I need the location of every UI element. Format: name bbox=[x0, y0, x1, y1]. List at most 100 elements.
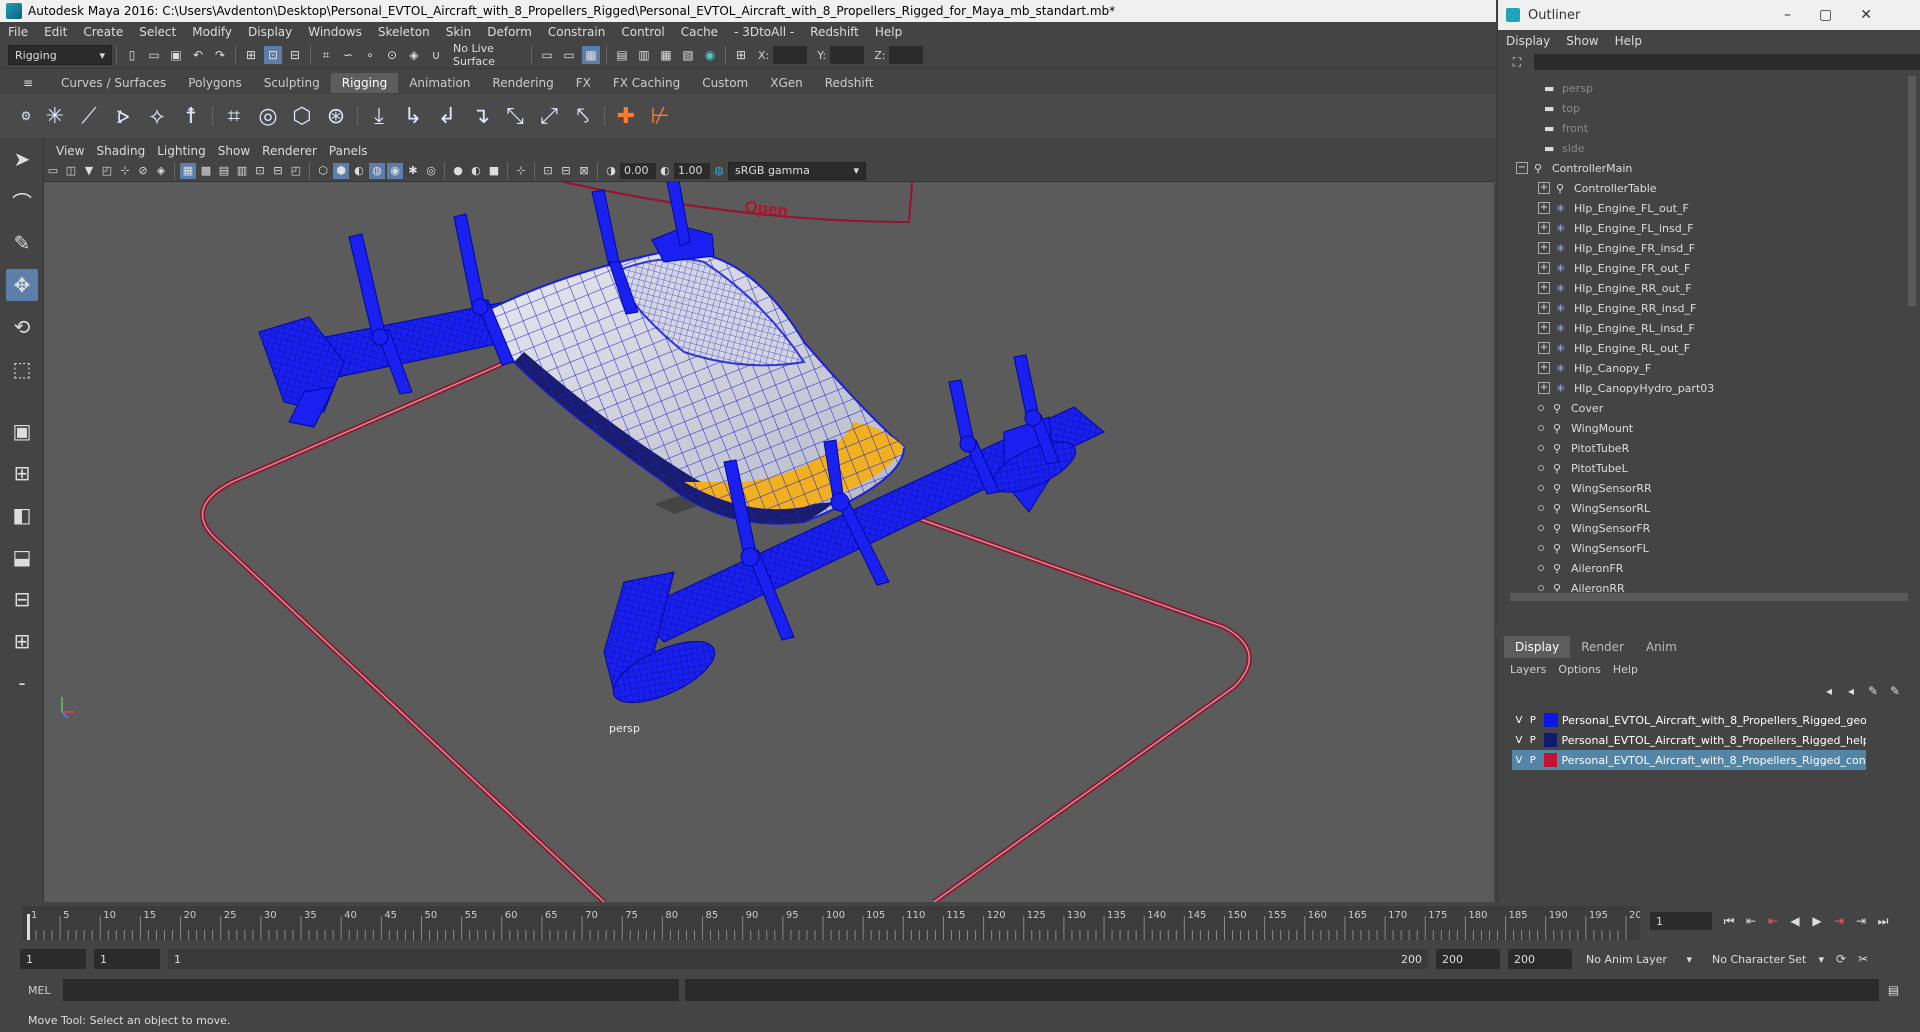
locator-parent-icon[interactable]: ⊬ bbox=[645, 101, 675, 131]
expand-icon[interactable]: + bbox=[1538, 222, 1550, 234]
grid-toggle-icon[interactable]: ⊹ bbox=[117, 163, 133, 179]
new-layer-selected-icon[interactable]: ✎ bbox=[1886, 682, 1904, 700]
animation-prefs-icon[interactable]: ✂ bbox=[1854, 950, 1872, 968]
outliner-item[interactable]: ⚲ WingSensorFR bbox=[1498, 518, 1920, 538]
layer-color-swatch[interactable] bbox=[1543, 753, 1558, 767]
shelf-tab-fx[interactable]: FX bbox=[565, 73, 602, 93]
step-back-frame-icon[interactable]: ⇤ bbox=[1764, 912, 1782, 930]
expand-icon[interactable]: + bbox=[1538, 322, 1550, 334]
filter-icon[interactable]: ⛶ bbox=[1508, 53, 1526, 71]
play-backwards-icon[interactable]: ◀ bbox=[1786, 912, 1804, 930]
go-to-end-icon[interactable]: ⏭ bbox=[1874, 912, 1892, 930]
menu-modify[interactable]: Modify bbox=[184, 25, 240, 39]
outliner-item[interactable]: ▬ front bbox=[1498, 118, 1920, 138]
shelf-tab-custom[interactable]: Custom bbox=[691, 73, 759, 93]
select-component-icon[interactable]: ⊟ bbox=[286, 46, 304, 64]
locator-icon[interactable]: ✚ bbox=[611, 101, 641, 131]
outliner-item[interactable]: + ✳ Hlp_Engine_FL_insd_F bbox=[1498, 218, 1920, 238]
save-scene-icon[interactable]: ▣ bbox=[167, 46, 185, 64]
output-ops-icon[interactable]: ▭ bbox=[560, 46, 578, 64]
transform-mode-icon[interactable]: ⊞ bbox=[732, 46, 750, 64]
viewport-menu-show[interactable]: Show bbox=[212, 144, 256, 158]
open-scene-icon[interactable]: ▭ bbox=[145, 46, 163, 64]
viewport-persp[interactable]: View Shading Lighting Show Renderer Panels ▭ … bbox=[44, 142, 1494, 902]
expand-icon[interactable]: + bbox=[1538, 382, 1550, 394]
layer-color-swatch[interactable] bbox=[1543, 733, 1558, 747]
playback-end-field[interactable]: 200 bbox=[1436, 949, 1500, 969]
smooth-shade-icon[interactable]: ▩ bbox=[198, 163, 214, 179]
ambient-occlusion-icon[interactable]: ◍ bbox=[369, 162, 385, 179]
render-view-icon[interactable]: ▤ bbox=[613, 46, 631, 64]
resolution-gate-icon[interactable]: ◈ bbox=[153, 163, 169, 179]
menu-skin[interactable]: Skin bbox=[438, 25, 480, 39]
shelf-tab-sculpting[interactable]: Sculpting bbox=[253, 73, 331, 93]
wireframe-on-shaded-icon[interactable]: ▤ bbox=[216, 163, 232, 179]
wireframe-icon[interactable]: ▦ bbox=[180, 162, 196, 179]
outliner-item[interactable]: + ✳ Hlp_Engine_FL_out_F bbox=[1498, 198, 1920, 218]
auto-key-icon[interactable]: ⟳ bbox=[1832, 950, 1850, 968]
outliner-item[interactable]: + ⚲ ControllerTable bbox=[1498, 178, 1920, 198]
shelf-menu-icon[interactable]: ≡ bbox=[8, 74, 48, 92]
film-gate-icon[interactable]: ⊘ bbox=[135, 163, 151, 179]
layer-visibility-toggle[interactable]: V bbox=[1512, 735, 1526, 746]
viewport-menu-panels[interactable]: Panels bbox=[323, 144, 374, 158]
lasso-tool-icon[interactable]: ⌒ bbox=[6, 185, 38, 217]
menu-display[interactable]: Display bbox=[240, 25, 300, 39]
menu-select[interactable]: Select bbox=[131, 25, 184, 39]
xray-active-icon[interactable]: ◐ bbox=[351, 163, 367, 179]
orient-constraint-icon[interactable]: ↲ bbox=[432, 101, 462, 131]
layer-playback-toggle[interactable]: P bbox=[1526, 755, 1540, 766]
ik-spline-icon[interactable]: ⦠ bbox=[108, 101, 138, 131]
y-field[interactable] bbox=[830, 46, 865, 64]
exposure-icon[interactable]: ◑ bbox=[603, 163, 619, 179]
menu-deform[interactable]: Deform bbox=[479, 25, 540, 39]
bind-skin-icon[interactable]: ⌗ bbox=[219, 101, 249, 131]
scene-canvas[interactable]: Open bbox=[44, 182, 1494, 902]
screen-space-icon[interactable]: ■ bbox=[486, 163, 502, 179]
outliner-item[interactable]: + ✳ Hlp_Engine_RR_out_F bbox=[1498, 278, 1920, 298]
menu-file[interactable]: File bbox=[0, 25, 36, 39]
outliner-item[interactable]: ⚲ AileronRR bbox=[1498, 578, 1920, 592]
layer-row[interactable]: V P Personal_EVTOL_Aircraft_with_8_Propell… bbox=[1512, 730, 1866, 750]
collapse-icon[interactable]: - bbox=[6, 667, 38, 699]
ik-handle-icon[interactable]: ⟋ bbox=[74, 101, 104, 131]
layer-tab-anim[interactable]: Anim bbox=[1635, 636, 1688, 658]
isolate-select-icon[interactable]: ◰ bbox=[288, 163, 304, 179]
layer-menu-options[interactable]: Options bbox=[1552, 663, 1606, 676]
outliner-item[interactable]: + ✳ Hlp_Engine_RR_insd_F bbox=[1498, 298, 1920, 318]
select-tool-small-icon[interactable]: ⊹ bbox=[513, 163, 529, 179]
snap-grid-icon[interactable]: ⌗ bbox=[317, 46, 335, 64]
viewport-menu-renderer[interactable]: Renderer bbox=[256, 144, 323, 158]
outliner-menu-show[interactable]: Show bbox=[1558, 34, 1606, 48]
time-ruler[interactable]: 1 5 10 15 20 25 30 35 40 45 50 55 60 65 70 75 80 85 90 95 10… bbox=[22, 906, 1648, 940]
play-forwards-icon[interactable]: ▶ bbox=[1808, 912, 1826, 930]
command-input[interactable] bbox=[62, 979, 679, 1001]
layer-tab-display[interactable]: Display bbox=[1504, 636, 1571, 658]
shelf-tab-rigging[interactable]: Rigging bbox=[330, 73, 399, 93]
layer-color-swatch[interactable] bbox=[1543, 713, 1558, 727]
exposure-field[interactable]: 0.00 bbox=[620, 162, 656, 179]
live-surface-field[interactable]: No Live Surface bbox=[447, 42, 527, 68]
select-camera-icon[interactable]: ▭ bbox=[45, 163, 61, 179]
shelf-tab-fx-caching[interactable]: FX Caching bbox=[602, 73, 691, 93]
scale-tool-icon[interactable]: ⬚ bbox=[6, 353, 38, 385]
bookmark-icon[interactable]: ▼ bbox=[81, 163, 97, 179]
shelf-tab-animation[interactable]: Animation bbox=[398, 73, 481, 93]
outliner-item[interactable]: + ✳ Hlp_Engine_FR_out_F bbox=[1498, 258, 1920, 278]
four-view-layout-icon[interactable]: ⊞ bbox=[6, 457, 38, 489]
outliner-vscrollbar[interactable] bbox=[1908, 76, 1916, 306]
persp-outliner-layout-icon[interactable]: ◧ bbox=[6, 499, 38, 531]
start-time-field[interactable]: 1 bbox=[20, 949, 86, 969]
window-controls[interactable]: –▢✕ bbox=[1784, 7, 1900, 23]
menu-create[interactable]: Create bbox=[75, 25, 131, 39]
outliner-item[interactable]: + ✳ Hlp_Engine_RL_out_F bbox=[1498, 338, 1920, 358]
new-layer-icon[interactable]: ✎ bbox=[1864, 682, 1882, 700]
aim-constraint-icon[interactable]: ↴ bbox=[466, 101, 496, 131]
viewport-menu-lighting[interactable]: Lighting bbox=[151, 144, 212, 158]
layer-tab-render[interactable]: Render bbox=[1570, 636, 1635, 658]
paint-select-icon[interactable]: ✎ bbox=[6, 227, 38, 259]
camera-attributes-icon[interactable]: ◫ bbox=[63, 163, 79, 179]
color-management-icon[interactable]: ◍ bbox=[711, 163, 727, 179]
range-bar[interactable]: 1 200 bbox=[168, 949, 1428, 969]
outliner-item[interactable]: ⚲ Cover bbox=[1498, 398, 1920, 418]
